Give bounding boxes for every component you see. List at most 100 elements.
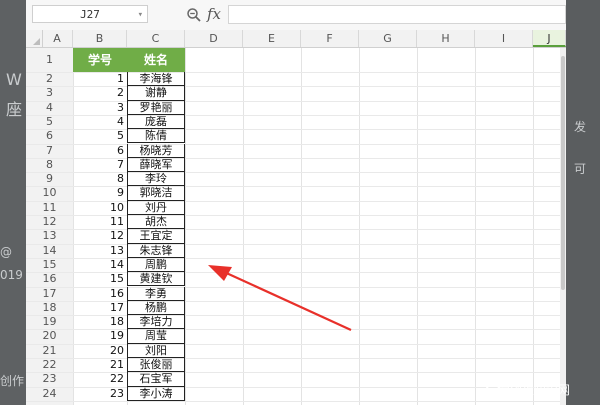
cell-student-name[interactable]: 刘阳 (127, 343, 185, 358)
cell-student-name[interactable]: 石宝军 (127, 372, 185, 387)
cell-student-name[interactable]: 朱志锋 (127, 243, 185, 258)
cell-student-id[interactable]: 19 (73, 329, 127, 343)
cell-student-id[interactable]: 18 (73, 315, 127, 329)
column-header-a[interactable]: A (42, 30, 73, 47)
cell-student-id[interactable]: 8 (73, 172, 127, 186)
row-header[interactable]: 2 (26, 72, 73, 86)
grid-hline (26, 400, 566, 402)
row-header[interactable]: 22 (26, 358, 73, 372)
cell-student-name[interactable]: 李勇 (127, 286, 185, 301)
cell-student-id[interactable]: 10 (73, 201, 127, 215)
cell-student-name[interactable]: 郭晓洁 (127, 186, 185, 201)
fx-icon[interactable]: fx (207, 5, 221, 23)
select-all-corner[interactable] (26, 30, 43, 47)
cell-student-name[interactable]: 李培力 (127, 315, 185, 330)
cell-student-name[interactable]: 胡杰 (127, 215, 185, 230)
row-header[interactable]: 9 (26, 172, 73, 186)
cell-student-name[interactable]: 谢静 (127, 86, 185, 101)
cell-student-name[interactable]: 周莹 (127, 329, 185, 344)
cell-student-name[interactable]: 杨鹏 (127, 300, 185, 316)
row-header[interactable]: 5 (26, 115, 73, 129)
cell-student-name[interactable]: 李小涛 (127, 386, 185, 401)
formula-input[interactable] (228, 5, 566, 24)
table-header-student-id[interactable]: 学号 (73, 48, 127, 72)
background-left-strip: W 座 @ 019 创作 (0, 0, 26, 405)
cell-student-name[interactable]: 李海锋 (127, 72, 185, 87)
column-header-c[interactable]: C (127, 30, 185, 47)
table-header-name[interactable]: 姓名 (127, 48, 185, 72)
row-header[interactable]: 8 (26, 158, 73, 172)
cell-student-name[interactable]: 李玲 (127, 172, 185, 187)
column-header-h[interactable]: H (417, 30, 475, 47)
cell-student-id[interactable]: 7 (73, 158, 127, 172)
row-header[interactable]: 14 (26, 244, 73, 258)
row-header[interactable]: 4 (26, 101, 73, 115)
name-box[interactable]: J27 ▾ (32, 5, 148, 23)
watermark-text: 爱创根知识网 (498, 383, 571, 397)
row-header[interactable]: 24 (26, 387, 73, 401)
column-header-i[interactable]: I (475, 30, 533, 47)
row-header[interactable]: 20 (26, 329, 73, 343)
cell-student-id[interactable]: 20 (73, 344, 127, 358)
column-header-j[interactable]: J (533, 30, 566, 47)
row-header[interactable]: 16 (26, 272, 73, 286)
column-header-d[interactable]: D (185, 30, 243, 47)
row-header[interactable]: 15 (26, 258, 73, 272)
cell-student-name[interactable]: 张俊丽 (127, 358, 185, 373)
bg-text-fa: 发 (574, 120, 587, 134)
cell-student-name[interactable]: 杨晓芳 (127, 143, 185, 158)
cell-student-id[interactable]: 11 (73, 215, 127, 229)
cell-student-id[interactable]: 17 (73, 301, 127, 315)
cell-student-id[interactable]: 21 (73, 358, 127, 372)
background-right-strip: 发 可 (566, 0, 600, 405)
cell-student-id[interactable]: 23 (73, 387, 127, 401)
cell-student-name[interactable]: 周鹏 (127, 257, 185, 273)
cell-student-id[interactable]: 4 (73, 115, 127, 129)
row-header[interactable]: 17 (26, 287, 73, 301)
cell-student-id[interactable]: 6 (73, 144, 127, 158)
cell-grid[interactable]: 1 2 3 4 5 6 7 8 9 10 11 12 13 14 15 16 17 18 19 20 21 22 23 24 学… (26, 48, 566, 405)
row-header[interactable]: 21 (26, 344, 73, 358)
cell-student-name[interactable]: 陈倩 (127, 129, 185, 144)
cell-student-name[interactable]: 王宜定 (127, 229, 185, 244)
row-header[interactable]: 11 (26, 201, 73, 215)
row-header[interactable]: 10 (26, 186, 73, 200)
row-header[interactable]: 6 (26, 129, 73, 143)
cell-student-id[interactable]: 3 (73, 101, 127, 115)
row-header[interactable]: 18 (26, 301, 73, 315)
cell-student-id[interactable]: 14 (73, 258, 127, 272)
row-header[interactable]: 1 (26, 48, 73, 72)
cell-student-name[interactable]: 刘丹 (127, 200, 185, 215)
cell-student-id[interactable]: 2 (73, 86, 127, 100)
cell-student-id[interactable]: 22 (73, 372, 127, 386)
cell-student-id[interactable]: 1 (73, 72, 127, 86)
column-header-g[interactable]: G (359, 30, 417, 47)
bg-text-w: W (6, 70, 22, 89)
cell-student-name[interactable]: 罗艳丽 (127, 100, 185, 115)
cell-student-name[interactable]: 庞磊 (127, 114, 185, 130)
row-header[interactable]: 7 (26, 144, 73, 158)
row-header[interactable]: 13 (26, 229, 73, 243)
cell-student-id[interactable]: 12 (73, 229, 127, 243)
bg-text-zuo: 座 (6, 100, 23, 119)
row-header[interactable]: 23 (26, 372, 73, 386)
column-header-e[interactable]: E (243, 30, 301, 47)
vertical-scrollbar-thumb[interactable] (561, 56, 565, 290)
column-header-b[interactable]: B (73, 30, 127, 47)
column-header-f[interactable]: F (301, 30, 359, 47)
row-header[interactable]: 3 (26, 86, 73, 100)
cell-student-id[interactable]: 15 (73, 272, 127, 286)
formula-bar: J27 ▾ fx (26, 0, 566, 31)
cell-student-name[interactable]: 黄建钦 (127, 272, 185, 287)
cell-student-name[interactable]: 薛晓军 (127, 157, 185, 173)
cell-student-id[interactable]: 9 (73, 186, 127, 200)
bg-text-at: @ (0, 245, 12, 259)
row-header[interactable]: 19 (26, 315, 73, 329)
chevron-down-icon[interactable]: ▾ (138, 6, 143, 24)
row-header[interactable]: 12 (26, 215, 73, 229)
zoom-icon[interactable] (186, 7, 202, 23)
cell-student-id[interactable]: 16 (73, 287, 127, 301)
cell-student-id[interactable]: 13 (73, 244, 127, 258)
cell-student-id[interactable]: 5 (73, 129, 127, 143)
name-box-value: J27 (80, 8, 100, 21)
